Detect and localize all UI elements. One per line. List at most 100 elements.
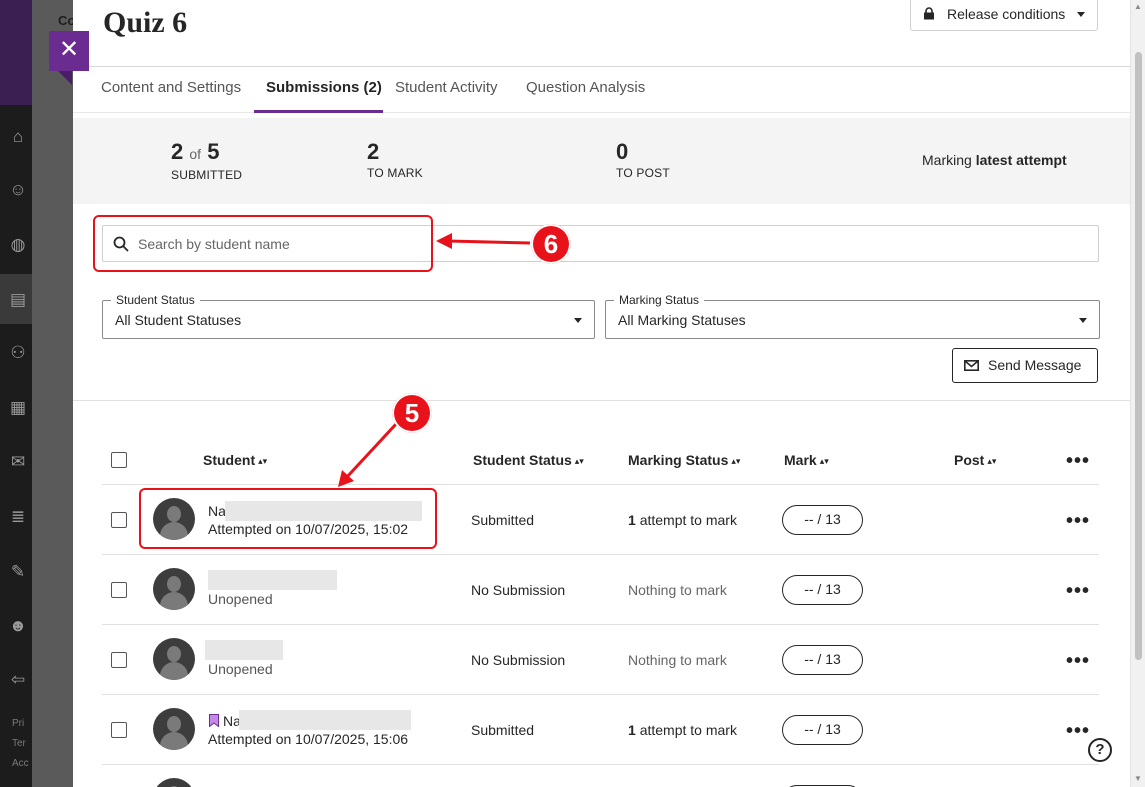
redacted-name: [239, 710, 411, 730]
sign-out-icon[interactable]: ⇦: [8, 670, 28, 690]
organizations-icon[interactable]: ⚇: [8, 343, 28, 363]
calendar-icon[interactable]: ▦: [8, 398, 28, 418]
panel-scrollbar[interactable]: ▲ ▼: [1130, 0, 1145, 787]
post-header-label: Post: [954, 452, 985, 468]
student-status-select[interactable]: Student Status All Student Statuses: [102, 293, 595, 339]
marking-status-cell: Nothing to mark: [628, 582, 727, 598]
tab-content-and-settings[interactable]: Content and Settings: [101, 79, 241, 96]
send-message-label: Send Message: [988, 357, 1082, 373]
marking-attempt-setting[interactable]: Marking latest attempt: [922, 152, 1067, 168]
row-options-menu-icon[interactable]: •••: [1066, 581, 1090, 601]
scroll-up-icon[interactable]: ▲: [1134, 2, 1142, 11]
select-all-checkbox[interactable]: [111, 452, 127, 468]
submissions-panel: Quiz 6 Release conditions Content and Se…: [73, 0, 1130, 787]
active-tab-indicator: [254, 110, 383, 113]
release-conditions-button[interactable]: Release conditions: [910, 0, 1098, 31]
mark-input[interactable]: -- / 13: [782, 645, 863, 675]
annotation-callout-6: 6: [531, 224, 571, 264]
search-field[interactable]: [102, 225, 1099, 262]
left-nav-rail: ⌂ ☺ ◍ ▤ ⚇ ▦ ✉ ≣ ✎ ☻ ⇦ Pri Ter Acc: [0, 0, 32, 787]
avatar: [153, 638, 195, 680]
row-checkbox[interactable]: [111, 652, 127, 668]
page-backdrop: Co: [32, 0, 75, 787]
institution-logo-area: [0, 0, 32, 105]
row-checkbox[interactable]: [111, 722, 127, 738]
stat-to-post: 0 TO POST: [616, 139, 670, 181]
release-conditions-label: Release conditions: [947, 6, 1066, 22]
institution-icon[interactable]: ⌂: [8, 127, 28, 147]
marking-prefix: Marking: [922, 152, 972, 168]
to-mark-count: 2: [367, 139, 380, 164]
help-button[interactable]: ?: [1088, 738, 1112, 762]
tab-student-activity[interactable]: Student Activity: [395, 79, 498, 96]
student-attempt-info: Unopened: [208, 591, 273, 607]
chevron-down-icon: [1079, 318, 1087, 323]
student-attempt-info: Attempted on 10/07/2025, 15:06: [208, 731, 409, 747]
row-options-menu-icon[interactable]: •••: [1066, 651, 1090, 671]
row-options-menu-icon[interactable]: •••: [1066, 721, 1090, 741]
column-header-student[interactable]: Student ▴▾: [203, 452, 267, 468]
marking-status-text: attempt to mark: [639, 722, 737, 738]
bookmark-icon: [209, 714, 219, 727]
row-checkbox[interactable]: [111, 512, 127, 528]
column-header-mark[interactable]: Mark ▴▾: [784, 452, 829, 468]
marking-status-cell[interactable]: 1 attempt to mark: [628, 512, 737, 528]
scroll-down-icon[interactable]: ▼: [1134, 774, 1142, 783]
marking-status-legend: Marking Status: [614, 293, 705, 307]
avatar: [153, 568, 195, 610]
profile-icon[interactable]: ☺: [8, 180, 28, 200]
send-message-button[interactable]: Send Message: [952, 348, 1098, 383]
marking-status-cell[interactable]: 1 attempt to mark: [628, 722, 737, 738]
sort-icon: ▴▾: [574, 456, 584, 466]
grades-icon[interactable]: ≣: [8, 507, 28, 527]
attempt-count: 1: [628, 722, 636, 738]
row-divider: [102, 484, 1099, 485]
rail-footer-terms[interactable]: Ter: [12, 738, 26, 749]
student-status-legend: Student Status: [111, 293, 200, 307]
marking-status-value: All Marking Statuses: [618, 312, 746, 328]
student-status-cell: Submitted: [471, 512, 535, 528]
rail-footer-privacy[interactable]: Pri: [12, 718, 24, 729]
stat-to-mark: 2 TO MARK: [367, 139, 423, 181]
mark-input[interactable]: -- / 13: [782, 715, 863, 745]
student-status-cell: Submitted: [471, 722, 535, 738]
globe-icon[interactable]: ◍: [8, 235, 28, 255]
sort-icon: ▴▾: [987, 456, 997, 466]
scrollbar-thumb[interactable]: [1135, 52, 1142, 660]
row-divider: [102, 554, 1099, 555]
close-panel-button[interactable]: ✕: [49, 31, 89, 85]
tab-bar: Content and Settings Submissions (2) Stu…: [73, 66, 1130, 113]
student-attempt-info: Attempted on 10/07/2025, 15:02: [208, 521, 409, 537]
stat-submitted: 2 of 5 SUBMITTED: [171, 140, 242, 183]
mark-input[interactable]: -- / 13: [782, 575, 863, 605]
tools-icon[interactable]: ✎: [8, 562, 28, 582]
redacted-name: [225, 501, 422, 521]
tab-submissions[interactable]: Submissions (2): [266, 79, 382, 96]
column-header-student-status[interactable]: Student Status ▴▾: [473, 452, 584, 468]
row-checkbox[interactable]: [111, 582, 127, 598]
redacted-name: [205, 640, 283, 660]
sort-icon: ▴▾: [258, 456, 268, 466]
student-status-header-label: Student Status: [473, 452, 572, 468]
people-icon[interactable]: ☻: [8, 616, 28, 636]
to-mark-label: TO MARK: [367, 166, 423, 180]
close-icon: ✕: [58, 36, 80, 63]
lock-icon: [924, 7, 934, 20]
envelope-icon: [964, 360, 979, 371]
row-options-menu-icon[interactable]: •••: [1066, 511, 1090, 531]
marking-status-select[interactable]: Marking Status All Marking Statuses: [605, 293, 1100, 339]
column-header-post[interactable]: Post ▴▾: [954, 452, 996, 468]
stats-bar: 2 of 5 SUBMITTED 2 TO MARK 0 TO POST Mar…: [73, 118, 1130, 204]
mark-input[interactable]: -- / 13: [782, 505, 863, 535]
submitted-of: of: [189, 146, 202, 162]
messages-icon[interactable]: ✉: [8, 452, 28, 472]
tab-question-analysis[interactable]: Question Analysis: [526, 79, 645, 96]
rail-footer-accessibility[interactable]: Acc: [12, 758, 29, 769]
column-header-marking-status[interactable]: Marking Status ▴▾: [628, 452, 740, 468]
table-options-menu-icon[interactable]: •••: [1066, 451, 1090, 471]
courses-icon[interactable]: ▤: [8, 290, 28, 310]
to-post-count: 0: [616, 139, 629, 164]
student-status-cell: No Submission: [471, 652, 566, 668]
student-name[interactable]: Na: [208, 503, 226, 519]
search-input[interactable]: [138, 232, 738, 256]
